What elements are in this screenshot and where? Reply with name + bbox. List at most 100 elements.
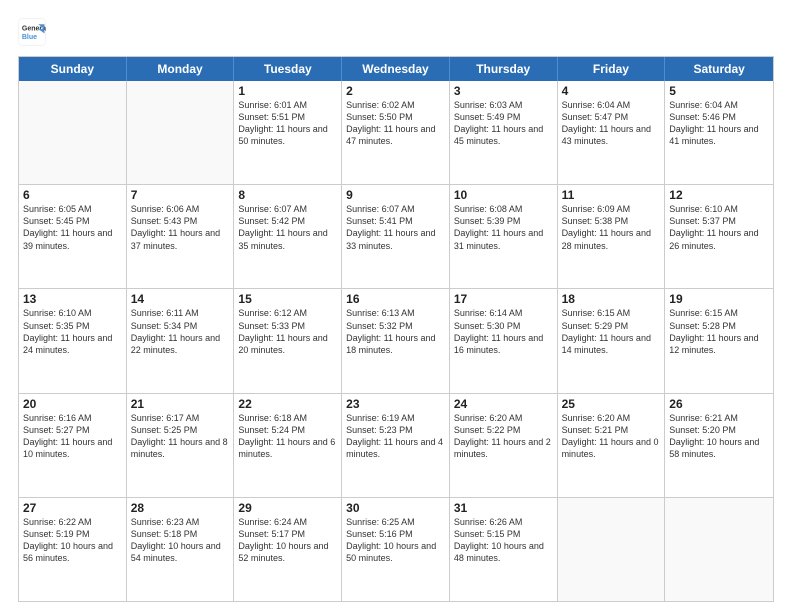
header-cell-saturday: Saturday <box>665 57 773 81</box>
calendar-cell: 24Sunrise: 6:20 AM Sunset: 5:22 PM Dayli… <box>450 394 558 497</box>
calendar-cell: 30Sunrise: 6:25 AM Sunset: 5:16 PM Dayli… <box>342 498 450 601</box>
calendar-cell <box>127 81 235 184</box>
day-number: 18 <box>562 292 661 306</box>
day-number: 12 <box>669 188 769 202</box>
day-number: 13 <box>23 292 122 306</box>
day-number: 6 <box>23 188 122 202</box>
day-number: 25 <box>562 397 661 411</box>
cell-info: Sunrise: 6:07 AM Sunset: 5:42 PM Dayligh… <box>238 203 337 252</box>
cell-info: Sunrise: 6:20 AM Sunset: 5:21 PM Dayligh… <box>562 412 661 461</box>
calendar-body: 1Sunrise: 6:01 AM Sunset: 5:51 PM Daylig… <box>19 81 773 601</box>
calendar-row-5: 27Sunrise: 6:22 AM Sunset: 5:19 PM Dayli… <box>19 498 773 601</box>
cell-info: Sunrise: 6:15 AM Sunset: 5:29 PM Dayligh… <box>562 307 661 356</box>
cell-info: Sunrise: 6:03 AM Sunset: 5:49 PM Dayligh… <box>454 99 553 148</box>
calendar-cell: 25Sunrise: 6:20 AM Sunset: 5:21 PM Dayli… <box>558 394 666 497</box>
cell-info: Sunrise: 6:20 AM Sunset: 5:22 PM Dayligh… <box>454 412 553 461</box>
cell-info: Sunrise: 6:24 AM Sunset: 5:17 PM Dayligh… <box>238 516 337 565</box>
calendar-cell: 5Sunrise: 6:04 AM Sunset: 5:46 PM Daylig… <box>665 81 773 184</box>
calendar-cell: 2Sunrise: 6:02 AM Sunset: 5:50 PM Daylig… <box>342 81 450 184</box>
calendar-cell: 6Sunrise: 6:05 AM Sunset: 5:45 PM Daylig… <box>19 185 127 288</box>
cell-info: Sunrise: 6:12 AM Sunset: 5:33 PM Dayligh… <box>238 307 337 356</box>
logo-icon: General Blue <box>18 18 46 46</box>
day-number: 7 <box>131 188 230 202</box>
calendar-row-3: 13Sunrise: 6:10 AM Sunset: 5:35 PM Dayli… <box>19 289 773 393</box>
cell-info: Sunrise: 6:18 AM Sunset: 5:24 PM Dayligh… <box>238 412 337 461</box>
cell-info: Sunrise: 6:25 AM Sunset: 5:16 PM Dayligh… <box>346 516 445 565</box>
calendar-cell: 26Sunrise: 6:21 AM Sunset: 5:20 PM Dayli… <box>665 394 773 497</box>
calendar-cell <box>558 498 666 601</box>
header-cell-tuesday: Tuesday <box>234 57 342 81</box>
day-number: 27 <box>23 501 122 515</box>
calendar-cell <box>665 498 773 601</box>
day-number: 1 <box>238 84 337 98</box>
calendar-cell: 28Sunrise: 6:23 AM Sunset: 5:18 PM Dayli… <box>127 498 235 601</box>
cell-info: Sunrise: 6:02 AM Sunset: 5:50 PM Dayligh… <box>346 99 445 148</box>
calendar-cell: 13Sunrise: 6:10 AM Sunset: 5:35 PM Dayli… <box>19 289 127 392</box>
day-number: 9 <box>346 188 445 202</box>
header-cell-wednesday: Wednesday <box>342 57 450 81</box>
calendar-cell: 21Sunrise: 6:17 AM Sunset: 5:25 PM Dayli… <box>127 394 235 497</box>
day-number: 29 <box>238 501 337 515</box>
day-number: 30 <box>346 501 445 515</box>
day-number: 15 <box>238 292 337 306</box>
cell-info: Sunrise: 6:19 AM Sunset: 5:23 PM Dayligh… <box>346 412 445 461</box>
calendar-cell: 7Sunrise: 6:06 AM Sunset: 5:43 PM Daylig… <box>127 185 235 288</box>
page: General Blue SundayMondayTuesdayWednesda… <box>0 0 792 612</box>
cell-info: Sunrise: 6:14 AM Sunset: 5:30 PM Dayligh… <box>454 307 553 356</box>
cell-info: Sunrise: 6:26 AM Sunset: 5:15 PM Dayligh… <box>454 516 553 565</box>
day-number: 17 <box>454 292 553 306</box>
calendar-cell: 8Sunrise: 6:07 AM Sunset: 5:42 PM Daylig… <box>234 185 342 288</box>
cell-info: Sunrise: 6:06 AM Sunset: 5:43 PM Dayligh… <box>131 203 230 252</box>
calendar: SundayMondayTuesdayWednesdayThursdayFrid… <box>18 56 774 602</box>
calendar-cell: 17Sunrise: 6:14 AM Sunset: 5:30 PM Dayli… <box>450 289 558 392</box>
header-cell-monday: Monday <box>127 57 235 81</box>
day-number: 22 <box>238 397 337 411</box>
logo: General Blue <box>18 18 50 46</box>
cell-info: Sunrise: 6:05 AM Sunset: 5:45 PM Dayligh… <box>23 203 122 252</box>
calendar-cell: 1Sunrise: 6:01 AM Sunset: 5:51 PM Daylig… <box>234 81 342 184</box>
day-number: 21 <box>131 397 230 411</box>
calendar-row-4: 20Sunrise: 6:16 AM Sunset: 5:27 PM Dayli… <box>19 394 773 498</box>
day-number: 16 <box>346 292 445 306</box>
cell-info: Sunrise: 6:04 AM Sunset: 5:46 PM Dayligh… <box>669 99 769 148</box>
cell-info: Sunrise: 6:01 AM Sunset: 5:51 PM Dayligh… <box>238 99 337 148</box>
day-number: 19 <box>669 292 769 306</box>
day-number: 26 <box>669 397 769 411</box>
cell-info: Sunrise: 6:16 AM Sunset: 5:27 PM Dayligh… <box>23 412 122 461</box>
day-number: 2 <box>346 84 445 98</box>
cell-info: Sunrise: 6:23 AM Sunset: 5:18 PM Dayligh… <box>131 516 230 565</box>
calendar-row-2: 6Sunrise: 6:05 AM Sunset: 5:45 PM Daylig… <box>19 185 773 289</box>
day-number: 14 <box>131 292 230 306</box>
day-number: 3 <box>454 84 553 98</box>
cell-info: Sunrise: 6:21 AM Sunset: 5:20 PM Dayligh… <box>669 412 769 461</box>
cell-info: Sunrise: 6:08 AM Sunset: 5:39 PM Dayligh… <box>454 203 553 252</box>
cell-info: Sunrise: 6:15 AM Sunset: 5:28 PM Dayligh… <box>669 307 769 356</box>
calendar-cell: 18Sunrise: 6:15 AM Sunset: 5:29 PM Dayli… <box>558 289 666 392</box>
calendar-cell: 4Sunrise: 6:04 AM Sunset: 5:47 PM Daylig… <box>558 81 666 184</box>
header-cell-thursday: Thursday <box>450 57 558 81</box>
day-number: 8 <box>238 188 337 202</box>
calendar-cell: 3Sunrise: 6:03 AM Sunset: 5:49 PM Daylig… <box>450 81 558 184</box>
calendar-cell: 23Sunrise: 6:19 AM Sunset: 5:23 PM Dayli… <box>342 394 450 497</box>
cell-info: Sunrise: 6:10 AM Sunset: 5:37 PM Dayligh… <box>669 203 769 252</box>
day-number: 20 <box>23 397 122 411</box>
calendar-cell: 14Sunrise: 6:11 AM Sunset: 5:34 PM Dayli… <box>127 289 235 392</box>
calendar-cell: 10Sunrise: 6:08 AM Sunset: 5:39 PM Dayli… <box>450 185 558 288</box>
calendar-cell: 16Sunrise: 6:13 AM Sunset: 5:32 PM Dayli… <box>342 289 450 392</box>
day-number: 24 <box>454 397 553 411</box>
calendar-cell: 20Sunrise: 6:16 AM Sunset: 5:27 PM Dayli… <box>19 394 127 497</box>
cell-info: Sunrise: 6:04 AM Sunset: 5:47 PM Dayligh… <box>562 99 661 148</box>
day-number: 4 <box>562 84 661 98</box>
calendar-cell: 11Sunrise: 6:09 AM Sunset: 5:38 PM Dayli… <box>558 185 666 288</box>
cell-info: Sunrise: 6:11 AM Sunset: 5:34 PM Dayligh… <box>131 307 230 356</box>
calendar-header: SundayMondayTuesdayWednesdayThursdayFrid… <box>19 57 773 81</box>
cell-info: Sunrise: 6:17 AM Sunset: 5:25 PM Dayligh… <box>131 412 230 461</box>
day-number: 31 <box>454 501 553 515</box>
header-cell-sunday: Sunday <box>19 57 127 81</box>
calendar-cell: 15Sunrise: 6:12 AM Sunset: 5:33 PM Dayli… <box>234 289 342 392</box>
day-number: 28 <box>131 501 230 515</box>
calendar-cell <box>19 81 127 184</box>
calendar-cell: 29Sunrise: 6:24 AM Sunset: 5:17 PM Dayli… <box>234 498 342 601</box>
day-number: 10 <box>454 188 553 202</box>
cell-info: Sunrise: 6:10 AM Sunset: 5:35 PM Dayligh… <box>23 307 122 356</box>
